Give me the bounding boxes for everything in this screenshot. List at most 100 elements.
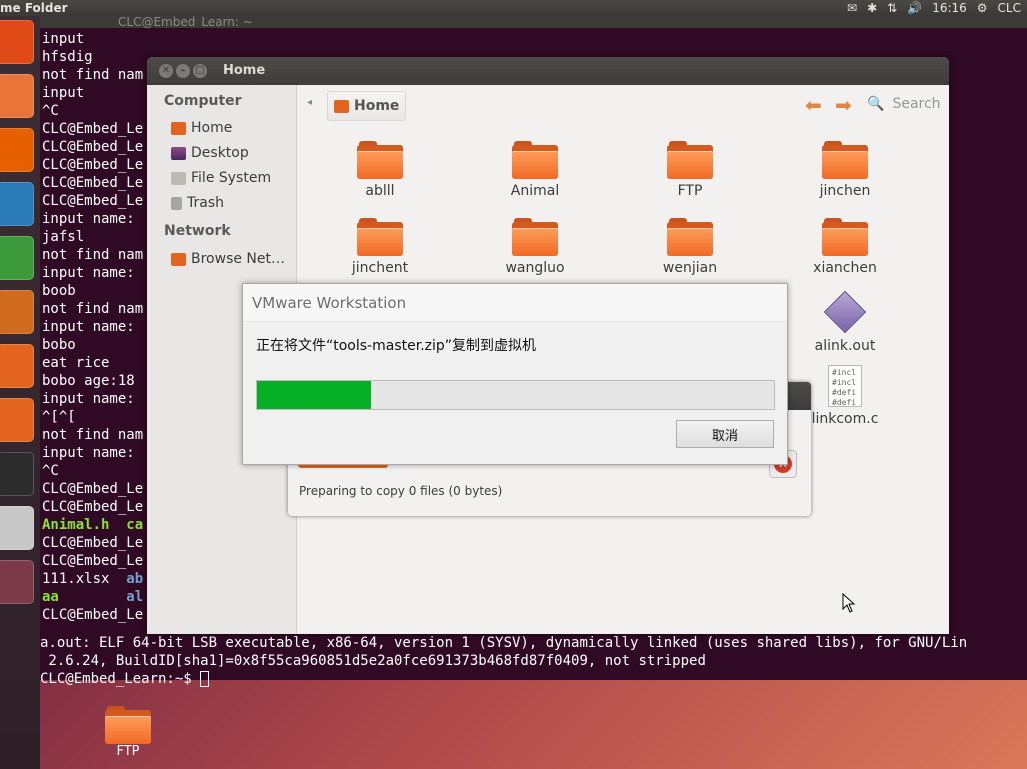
user-name[interactable]: CLC — [998, 0, 1021, 16]
terminal-icon[interactable] — [0, 452, 34, 496]
vmware-copy-dialog[interactable]: VMware Workstation 正在将文件“tools-master.zi… — [242, 283, 788, 465]
firefox-icon[interactable] — [0, 128, 34, 172]
forward-arrow-icon[interactable]: ➡ — [835, 93, 852, 117]
search-icon: 🔍 — [867, 96, 885, 112]
file-item-wangluo[interactable]: wangluo — [485, 218, 585, 276]
terminal-title: CLC@Embed_Learn: ~ — [40, 16, 1027, 28]
folder-icon — [822, 141, 868, 179]
file-item-label: alink.out — [814, 338, 876, 354]
workspace-switcher-icon[interactable] — [0, 560, 34, 604]
file-item-alink-out[interactable]: alink.out — [795, 290, 895, 354]
terminal-line-text: jafsl — [42, 229, 85, 245]
bluetooth-icon[interactable]: ✱ — [867, 0, 877, 16]
software-center-icon[interactable] — [0, 344, 34, 388]
mouse-pointer-icon — [842, 593, 856, 613]
dialog-message: 正在将文件“tools-master.zip”复制到虚拟机 — [256, 338, 537, 354]
terminal-line-text: bobo age:18 — [42, 373, 135, 389]
mail-icon[interactable]: ✉ — [847, 0, 857, 16]
terminal-line-text: ^[^[ — [42, 409, 76, 425]
system-settings-icon[interactable] — [0, 506, 34, 550]
filesystem-icon — [171, 171, 186, 185]
sidebar-item-file-system[interactable]: File System — [171, 170, 271, 186]
network-icon[interactable]: ⇅ — [887, 0, 897, 16]
sidebar-item-desktop[interactable]: Desktop — [171, 145, 249, 161]
terminal-line-text: CLC@Embed_Le — [42, 607, 144, 623]
sidebar-item-label: Trash — [187, 195, 224, 211]
dash-icon[interactable] — [0, 20, 34, 64]
terminal-line-text: CLC@Embed_Le — [42, 553, 144, 569]
writer-icon[interactable] — [0, 182, 34, 226]
file-item-label: jinchent — [351, 260, 409, 276]
terminal-line-text: input name: — [42, 211, 135, 227]
terminal-line-text: ^C — [42, 103, 59, 119]
terminal-line-text: CLC@Embed_Le — [42, 193, 144, 209]
c-source-file-icon: #incl #incl #defi #defi — [828, 365, 862, 407]
terminal-prompt: CLC@Embed_Learn:~$ — [40, 671, 201, 687]
ubuntu-one-icon[interactable] — [0, 398, 34, 442]
folder-icon — [357, 141, 403, 179]
breadcrumb-home[interactable]: Home — [327, 91, 407, 121]
desktop-item-ftp[interactable]: FTP — [100, 706, 156, 759]
terminal-line-highlight: ab — [126, 571, 144, 587]
file-item-xianchen[interactable]: xianchen — [795, 218, 895, 276]
terminal-tail: a.out: ELF 64-bit LSB executable, x86-64… — [40, 634, 1027, 688]
file-item-label: xianchen — [813, 260, 877, 276]
folder-icon — [105, 706, 151, 744]
file-item-label: jinchen — [819, 183, 871, 199]
file-item-ablll[interactable]: ablll — [330, 141, 430, 199]
terminal-line-text: CLC@Embed_Le — [42, 139, 144, 155]
files-icon[interactable] — [0, 74, 34, 118]
terminal-line-text: CLC@Embed_Le — [42, 481, 144, 497]
folder-icon — [512, 141, 558, 179]
sidebar-item-browse-network[interactable]: Browse Net… — [171, 251, 285, 267]
terminal-line-text: input — [42, 85, 85, 101]
path-scroll-icon[interactable]: ◂ — [307, 97, 312, 108]
terminal-line-text: ^C — [42, 463, 59, 479]
top-panel: me Folder ✉ ✱ ⇅ 🔊 16:16 ⚙ CLC — [0, 0, 1027, 16]
terminal-line-text: input name: — [42, 445, 135, 461]
terminal-line-text: bobo — [42, 337, 76, 353]
file-item-jinchen[interactable]: jinchen — [795, 141, 895, 199]
cancel-button[interactable]: 取消 — [676, 420, 774, 448]
file-item-ftp[interactable]: FTP — [640, 141, 740, 199]
file-item-jinchent[interactable]: jinchent — [330, 218, 430, 276]
dialog-title[interactable]: VMware Workstation — [243, 284, 787, 322]
sidebar-heading-network: Network — [164, 223, 231, 239]
terminal-line-text: not find nam — [42, 301, 144, 317]
terminal-line-text: input name: — [42, 265, 135, 281]
file-item-label: Animal — [510, 183, 560, 199]
volume-icon[interactable]: 🔊 — [907, 0, 922, 16]
file-manager-titlebar[interactable]: ✕ – □ Home — [147, 57, 949, 85]
file-preview-line: #defi — [832, 398, 857, 407]
launcher — [0, 16, 40, 769]
close-icon[interactable]: ✕ — [159, 64, 173, 78]
back-arrow-icon[interactable]: ⬅ — [805, 93, 822, 117]
terminal-line-text: input name: — [42, 391, 135, 407]
terminal-prompt-line[interactable]: CLC@Embed_Learn:~$ — [40, 670, 1027, 688]
file-item-animal[interactable]: Animal — [485, 141, 585, 199]
folder-icon — [667, 141, 713, 179]
terminal-line-text: Animal.h ca — [42, 517, 144, 533]
sidebar-item-label: Desktop — [191, 145, 249, 161]
minimize-icon[interactable]: – — [176, 64, 190, 78]
calc-icon[interactable] — [0, 236, 34, 280]
folder-icon — [667, 218, 713, 256]
trash-icon — [171, 196, 182, 210]
sidebar-item-trash[interactable]: Trash — [171, 195, 224, 211]
file-item-label: wangluo — [505, 260, 565, 276]
terminal-line-text: aa — [42, 589, 127, 605]
power-icon[interactable]: ⚙ — [977, 0, 988, 16]
terminal-line-text: input name: — [42, 319, 135, 335]
search-button[interactable]: 🔍 Search — [867, 96, 941, 112]
terminal-line-text: CLC@Embed_Le — [42, 175, 144, 191]
file-item-wenjian[interactable]: wenjian — [640, 218, 740, 276]
file-manager-toolbar: ◂ Home ⬅ ➡ 🔍 Search — [297, 85, 949, 127]
clock[interactable]: 16:16 — [932, 0, 967, 16]
impress-icon[interactable] — [0, 290, 34, 334]
maximize-icon[interactable]: □ — [193, 64, 207, 78]
file-preview-line: #incl — [832, 378, 857, 387]
sidebar-item-label: File System — [191, 170, 272, 186]
terminal-line-text: CLC@Embed_Le — [42, 535, 144, 551]
sidebar-item-home[interactable]: Home — [171, 120, 232, 136]
terminal-line-text: hfsdig — [42, 49, 93, 65]
